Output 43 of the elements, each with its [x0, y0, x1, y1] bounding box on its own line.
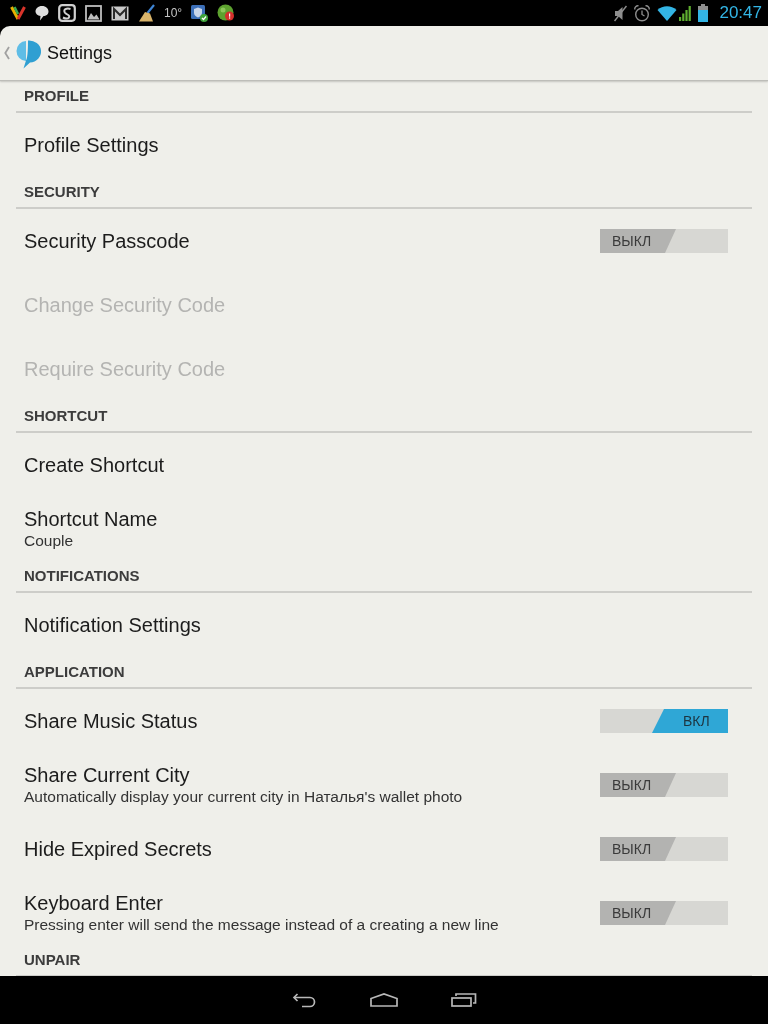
setting-title[interactable]: Hide Expired Secrets [24, 837, 212, 861]
image-icon [85, 4, 102, 22]
setting-title[interactable]: Share Current City [24, 763, 190, 787]
toggle-switch[interactable]: ВКЛ [600, 709, 728, 733]
envelope-icon [111, 5, 129, 21]
temperature-text: 10° [164, 5, 183, 22]
toggle-switch[interactable]: ВЫКЛ [600, 901, 728, 925]
alarm-clock-icon [634, 4, 651, 22]
setting-title[interactable]: Shortcut Name [24, 507, 158, 531]
wifi-icon [657, 5, 678, 21]
back-icon[interactable] [291, 992, 317, 1008]
swirl-square-icon [58, 4, 76, 22]
v-letter-icon [10, 5, 26, 21]
setting-title[interactable]: Share Music Status [24, 709, 198, 733]
section-header: NOTIFICATIONS [23, 566, 141, 586]
broom-icon [138, 4, 155, 22]
mute-icon [614, 4, 628, 22]
speech-bubble-logo-icon[interactable] [15, 37, 43, 69]
section-header: UNPAIR [23, 950, 82, 970]
circle-badge-icon [217, 4, 236, 22]
signal-icon [679, 5, 692, 21]
section-header: SECURITY [23, 182, 101, 202]
home-icon[interactable] [370, 993, 398, 1007]
section-header: APPLICATION [23, 662, 126, 682]
section-header: PROFILE [23, 86, 90, 106]
setting-summary: Automatically display your current city in Наталья's wallet photo [24, 787, 463, 807]
setting-title[interactable]: Create Shortcut [24, 453, 165, 477]
setting-summary: Couple [24, 531, 74, 551]
screen-title: Settings [47, 42, 113, 64]
speech-bubble-icon [35, 5, 49, 21]
toggle-switch[interactable]: ВЫКЛ [600, 229, 728, 253]
recents-icon[interactable] [451, 993, 477, 1007]
shield-icon [191, 4, 209, 22]
setting-title[interactable]: Security Passcode [24, 229, 190, 253]
clock-time: 20:47 [719, 3, 762, 23]
setting-title[interactable]: Profile Settings [24, 133, 159, 157]
toggle-switch[interactable]: ВЫКЛ [600, 773, 728, 797]
setting-summary: Pressing enter will send the message instead of a creating a new line [24, 915, 499, 935]
toggle-switch[interactable]: ВЫКЛ [600, 837, 728, 861]
setting-title[interactable]: Keyboard Enter [24, 891, 163, 915]
battery-icon [698, 4, 709, 22]
section-header: SHORTCUT [23, 406, 109, 426]
setting-title[interactable]: Notification Settings [24, 613, 201, 637]
